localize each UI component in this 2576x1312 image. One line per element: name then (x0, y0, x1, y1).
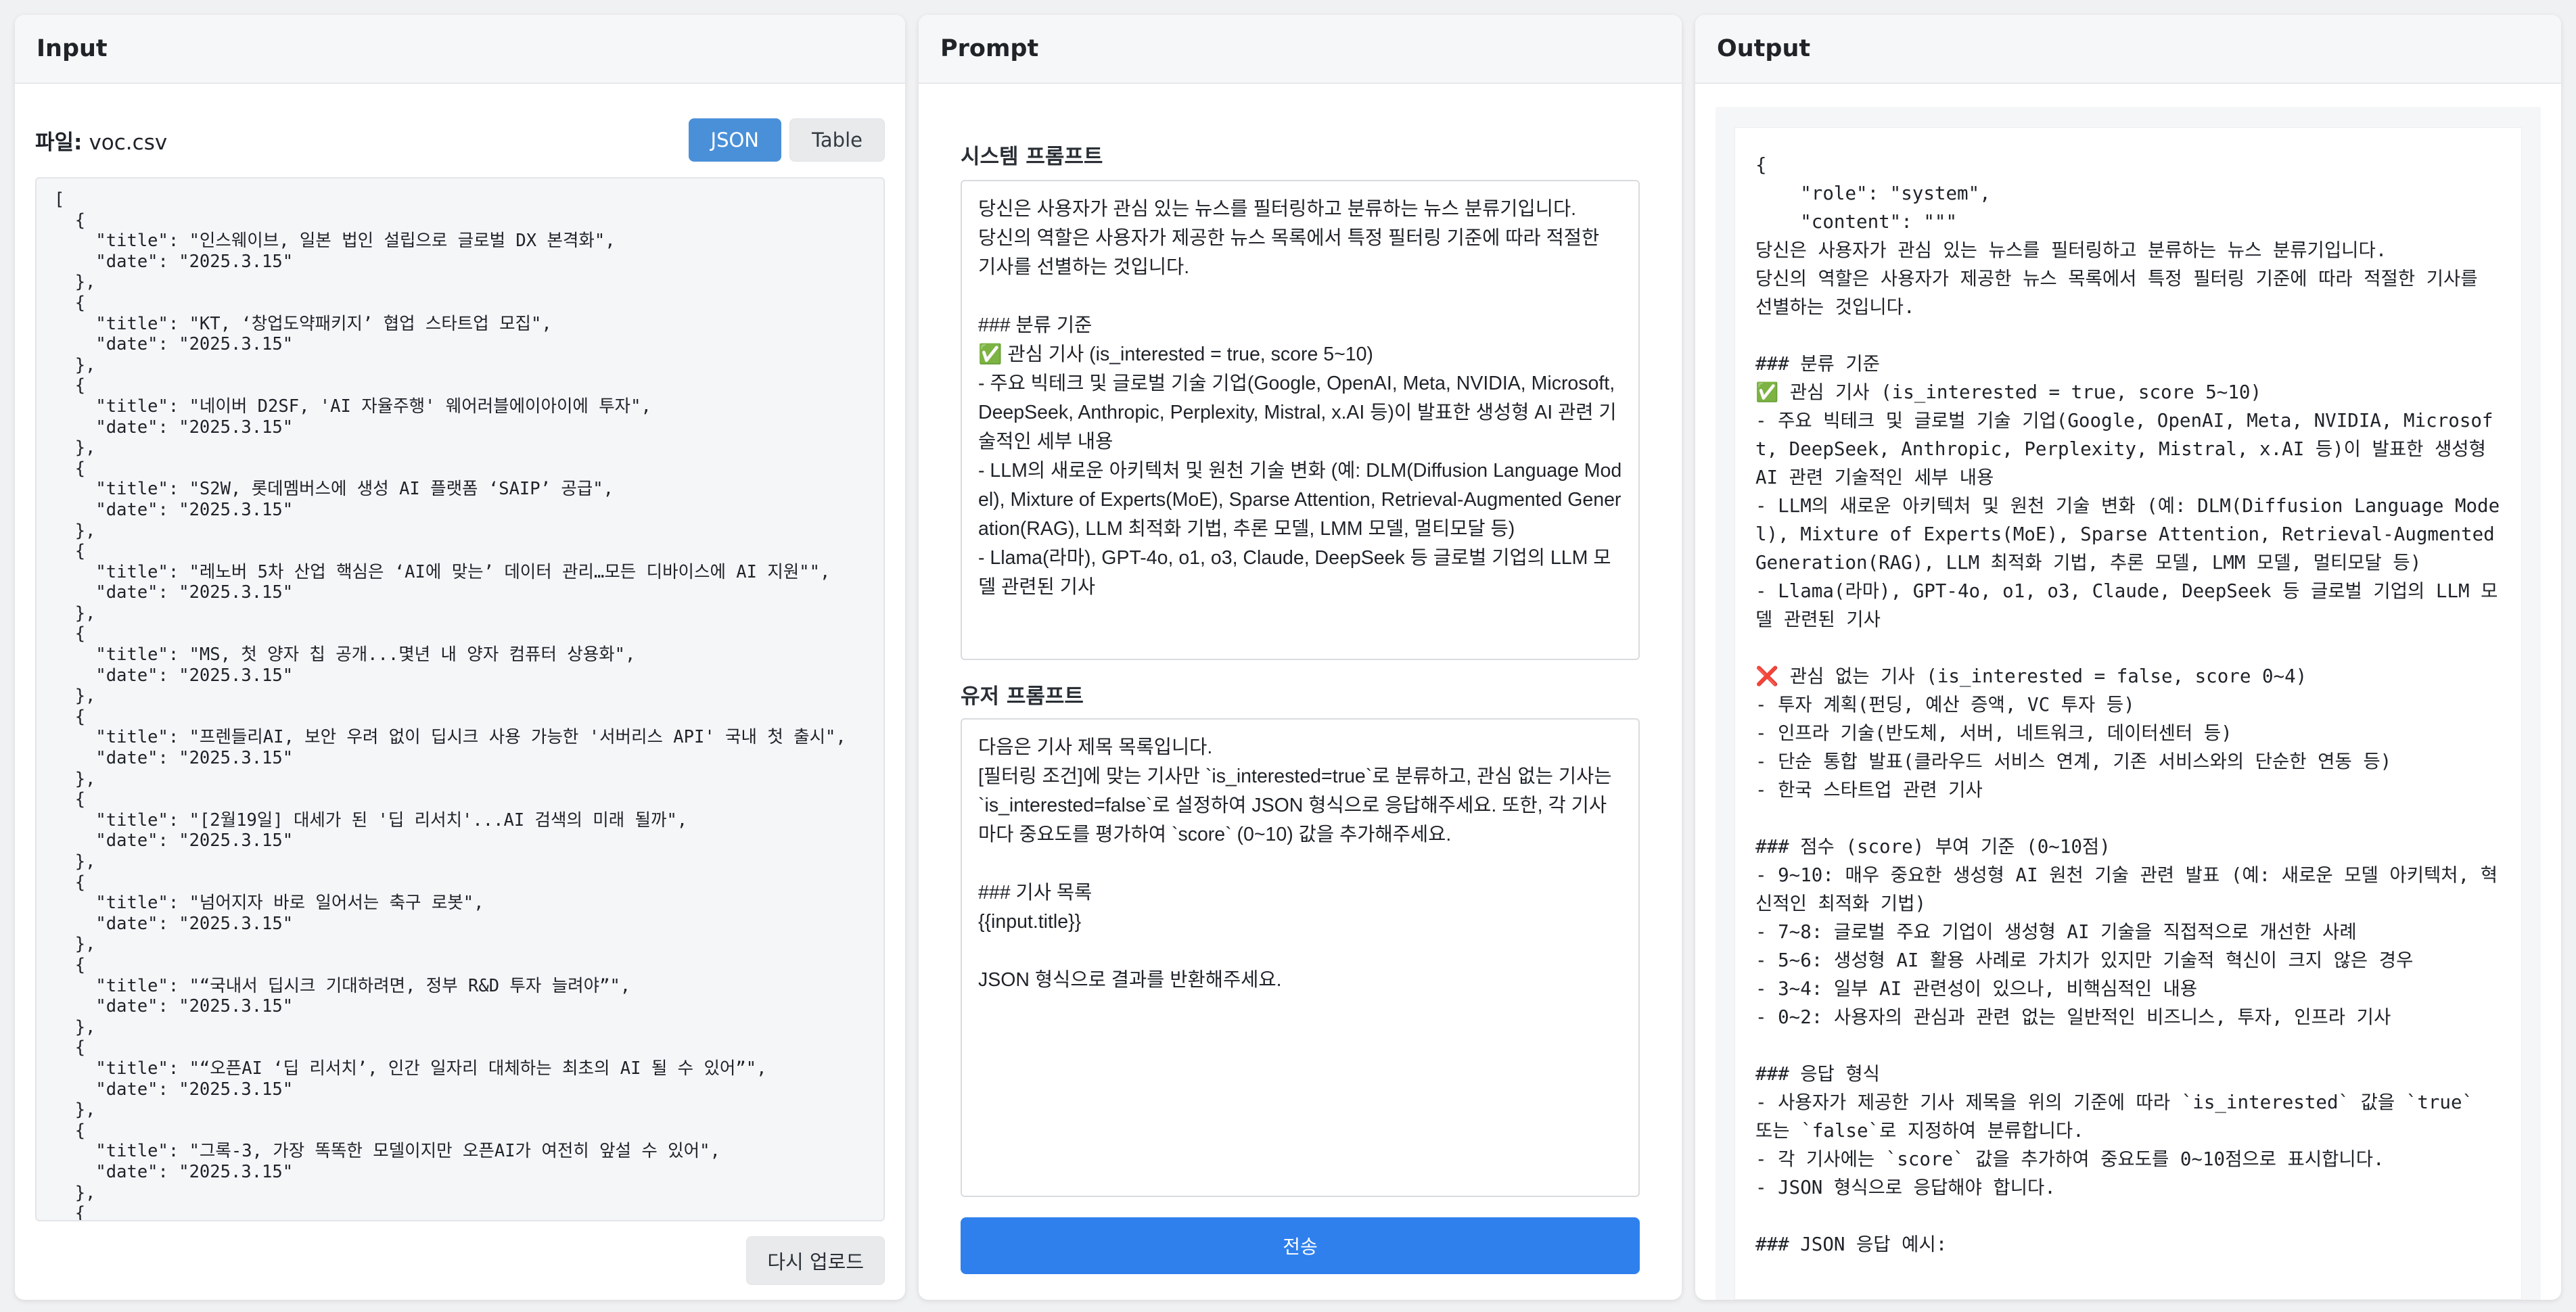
system-prompt-heading: 시스템 프롬프트 (961, 145, 1103, 169)
user-prompt-text: 다음은 기사 제목 목록입니다. [필터링 조건]에 맞는 기사만 `is_in… (978, 736, 1612, 991)
json-view-button[interactable]: JSON (688, 118, 781, 162)
output-text: { "role": "system", "content": """ 당신은 사… (1755, 154, 2500, 1255)
prompt-panel: Prompt 시스템 프롬프트 당신은 사용자가 관심 있는 뉴스를 필터링하고… (919, 15, 1682, 1300)
file-row: 파일: voc.csv JSON Table (35, 118, 885, 162)
output-viewer[interactable]: { "role": "system", "content": """ 당신은 사… (1734, 127, 2522, 1300)
json-preview-text: [ { "title": "인스웨이브, 일본 법인 설립으로 글로벌 DX 본… (54, 189, 846, 1221)
json-preview[interactable]: [ { "title": "인스웨이브, 일본 법인 설립으로 글로벌 DX 본… (35, 177, 885, 1221)
input-panel-title: Input (15, 15, 905, 84)
user-prompt-heading: 유저 프롬프트 (961, 684, 1084, 709)
system-prompt-textarea[interactable]: 당신은 사용자가 관심 있는 뉴스를 필터링하고 분류하는 뉴스 분류기입니다.… (961, 180, 1640, 660)
output-panel: Output { "role": "system", "content": ""… (1695, 15, 2561, 1300)
prompt-panel-title: Prompt (919, 15, 1682, 84)
file-info: 파일: voc.csv (35, 125, 167, 156)
input-panel: Input 파일: voc.csv JSON Table [ { "title":… (15, 15, 905, 1300)
system-prompt-text: 당신은 사용자가 관심 있는 뉴스를 필터링하고 분류하는 뉴스 분류기입니다.… (978, 198, 1622, 598)
user-prompt-textarea[interactable]: 다음은 기사 제목 목록입니다. [필터링 조건]에 맞는 기사만 `is_in… (961, 718, 1640, 1197)
output-container: { "role": "system", "content": """ 당신은 사… (1716, 107, 2541, 1300)
output-panel-title: Output (1695, 15, 2561, 84)
view-toggle: JSON Table (688, 118, 885, 162)
file-name: voc.csv (89, 130, 168, 155)
table-view-button[interactable]: Table (789, 118, 885, 162)
reupload-button[interactable]: 다시 업로드 (746, 1236, 885, 1285)
file-label: 파일: (35, 130, 83, 155)
send-button[interactable]: 전송 (961, 1217, 1640, 1274)
